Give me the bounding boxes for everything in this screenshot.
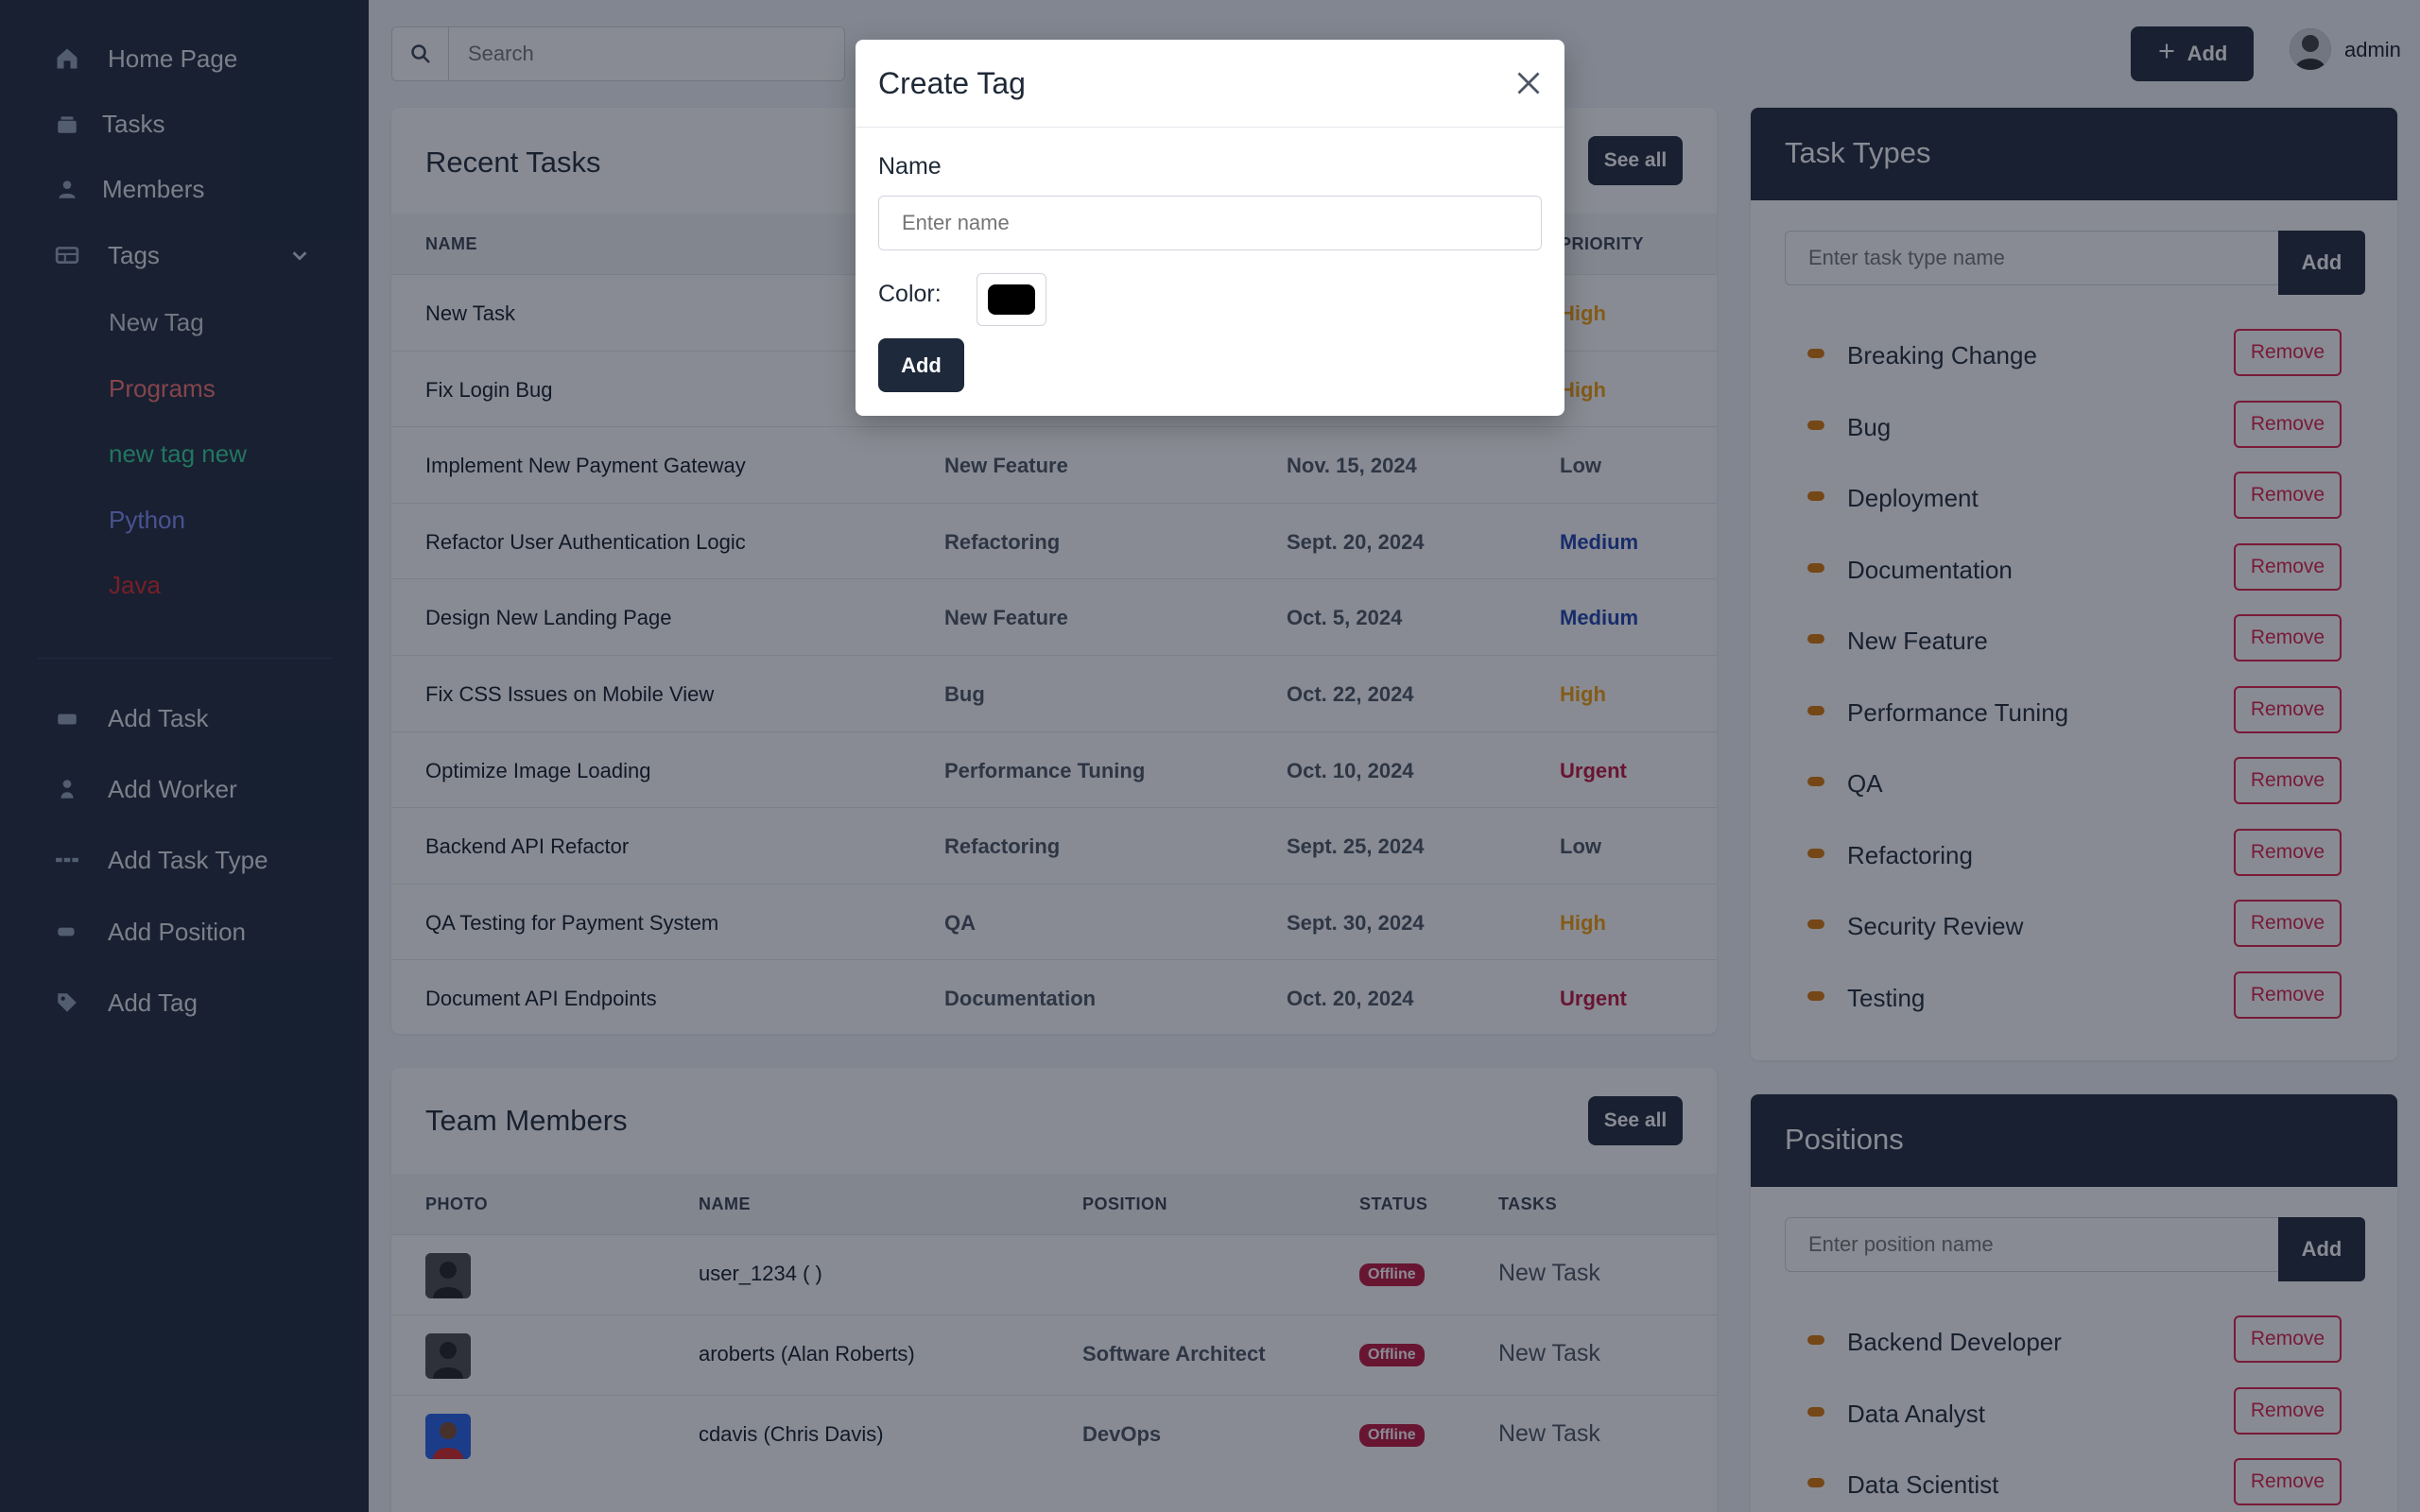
modal-divider	[856, 127, 1564, 128]
tag-name-input[interactable]	[878, 196, 1542, 250]
name-label: Name	[878, 153, 942, 180]
color-picker[interactable]	[977, 273, 1046, 326]
create-tag-add-button[interactable]: Add	[878, 338, 964, 392]
modal-title: Create Tag	[878, 66, 1026, 100]
color-label: Color:	[878, 281, 942, 307]
color-swatch	[988, 284, 1035, 315]
close-icon[interactable]	[1512, 66, 1546, 100]
create-tag-modal: Create Tag Name Color: Add	[856, 40, 1564, 416]
